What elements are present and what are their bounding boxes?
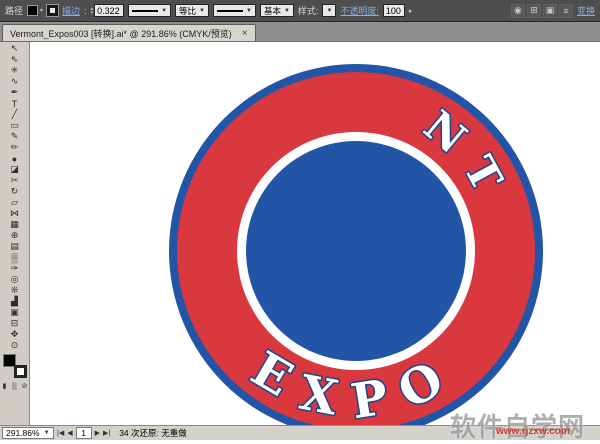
tools-panel: ↖⇖✳∿✒T╱▭✎✏●◪✂↻▱⋈▦⊕▤▒✑◎❊▟▣⊟✥⊙ ▮▒⊘ [0, 42, 30, 425]
zoom-tool[interactable]: ⊙ [2, 340, 28, 351]
illustrator-window: 路径 ▾ 描边 : ▴▾ 0.322 ▼ 等比 ▼ ▼ 基本 ▼ 样式: ▼ 不… [0, 0, 600, 440]
free-transform-tool[interactable]: ▦ [2, 219, 28, 230]
chevron-down-icon: ▼ [246, 8, 252, 14]
fill-stroke-indicator[interactable] [3, 354, 27, 378]
stroke-weight-stepper[interactable]: ▴▾ 0.322 [91, 4, 125, 17]
main-region: ↖⇖✳∿✒T╱▭✎✏●◪✂↻▱⋈▦⊕▤▒✑◎❊▟▣⊟✥⊙ ▮▒⊘ NT [0, 42, 600, 425]
status-bar: 291.86% ▼ |◀ ◀ 1 ▶ ▶| 34 次还原: 无重做 [0, 425, 600, 440]
brush-stroke-dropdown[interactable]: ▼ [213, 4, 256, 17]
eyedropper-tool[interactable]: ✑ [2, 263, 28, 274]
slice-tool[interactable]: ⊟ [2, 318, 28, 329]
stroke-color-swatch[interactable] [47, 5, 58, 16]
column-graph-tool[interactable]: ▟ [2, 296, 28, 307]
selection-type-label: 路径 [5, 4, 23, 17]
pen-tool[interactable]: ✒ [2, 87, 28, 98]
width-tool[interactable]: ⋈ [2, 208, 28, 219]
stepper-arrows-icon[interactable]: ▴▾ [91, 7, 94, 15]
first-artboard-button[interactable]: |◀ [57, 429, 64, 437]
chevron-down-icon: ▼ [44, 430, 50, 436]
align-panel-icon[interactable]: ⊞ [527, 4, 541, 18]
next-artboard-button[interactable]: ▶ [95, 429, 100, 437]
type-tool[interactable]: T [2, 98, 28, 109]
document-tab[interactable]: Vermont_Expos003 [转换].ai* @ 291.86% (CMY… [2, 24, 256, 41]
direct-selection-tool[interactable]: ⇖ [2, 54, 28, 65]
opacity-flyout-icon[interactable]: ▸ [409, 7, 413, 15]
style-label: 样式: [298, 4, 319, 17]
gradient-button[interactable]: ▒ [10, 381, 19, 391]
opacity-value-field[interactable]: 100 [383, 4, 405, 17]
isolate-mode-icon[interactable]: ▣ [543, 4, 557, 18]
line-segment-tool[interactable]: ╱ [2, 109, 28, 120]
chevron-down-icon: ▼ [326, 8, 332, 14]
mesh-tool[interactable]: ▤ [2, 241, 28, 252]
logo-inner-circle[interactable] [246, 141, 466, 361]
artboard-tool[interactable]: ▣ [2, 307, 28, 318]
brush-definition-label: 基本 [264, 5, 281, 17]
recolor-artwork-icon[interactable]: ◉ [511, 4, 525, 18]
opacity-link[interactable]: 不透明度: [340, 4, 379, 17]
prev-artboard-button[interactable]: ◀ [67, 429, 72, 437]
rectangle-tool[interactable]: ▭ [2, 120, 28, 131]
shape-builder-tool[interactable]: ⊕ [2, 230, 28, 241]
stroke-weight-value[interactable]: 0.322 [94, 4, 124, 17]
width-profile-dropdown[interactable]: 等比 ▼ [175, 4, 209, 17]
blob-brush-tool[interactable]: ● [2, 153, 28, 164]
panel-menu-icon[interactable]: ≡ [559, 4, 573, 18]
symbol-sprayer-tool[interactable]: ❊ [2, 285, 28, 296]
magic-wand-tool[interactable]: ✳ [2, 65, 28, 76]
style-dropdown[interactable]: ▼ [322, 4, 336, 17]
blend-tool[interactable]: ◎ [2, 274, 28, 285]
document-tab-bar: Vermont_Expos003 [转换].ai* @ 291.86% (CMY… [0, 22, 600, 42]
fill-color-swatch[interactable] [27, 5, 38, 16]
scale-tool[interactable]: ▱ [2, 197, 28, 208]
color-fill-button[interactable]: ▮ [0, 381, 9, 391]
gradient-tool[interactable]: ▒ [2, 252, 28, 263]
canvas[interactable]: NT EXPO [30, 42, 600, 425]
stroke-panel-link[interactable]: 描边 [62, 4, 80, 17]
chevron-down-icon: ▼ [284, 8, 290, 14]
zoom-level-value: 291.86% [6, 428, 40, 438]
close-icon[interactable]: × [242, 28, 248, 39]
pencil-tool[interactable]: ✏ [2, 142, 28, 153]
scissors-tool[interactable]: ✂ [2, 175, 28, 186]
status-message: 34 次还原: 无重做 [119, 427, 187, 439]
color-mode-buttons: ▮▒⊘ [0, 381, 29, 391]
last-artboard-button[interactable]: ▶| [103, 429, 110, 437]
chevron-down-icon: ▼ [161, 8, 167, 14]
paintbrush-tool[interactable]: ✎ [2, 131, 28, 142]
control-bar: 路径 ▾ 描边 : ▴▾ 0.322 ▼ 等比 ▼ ▼ 基本 ▼ 样式: ▼ 不… [0, 0, 600, 22]
artboard-number-field[interactable]: 1 [76, 427, 92, 439]
document-tab-title: Vermont_Expos003 [转换].ai* @ 291.86% (CMY… [10, 27, 232, 40]
none-button[interactable]: ⊘ [20, 381, 29, 391]
control-bar-icons: ◉⊞▣≡ [509, 4, 573, 18]
selection-tool[interactable]: ↖ [2, 43, 28, 54]
zoom-level-dropdown[interactable]: 291.86% ▼ [2, 427, 54, 439]
lasso-tool[interactable]: ∿ [2, 76, 28, 87]
width-profile-label: 等比 [179, 5, 196, 17]
rotate-tool[interactable]: ↻ [2, 186, 28, 197]
stroke-style-dropdown[interactable]: ▼ [128, 4, 171, 17]
toolbar-stroke-swatch[interactable] [14, 365, 27, 378]
line-preview-icon [217, 10, 243, 12]
tools-column: ↖⇖✳∿✒T╱▭✎✏●◪✂↻▱⋈▦⊕▤▒✑◎❊▟▣⊟✥⊙ [2, 43, 28, 351]
line-preview-icon [132, 10, 158, 12]
stroke-colon: : [84, 6, 87, 16]
eraser-tool[interactable]: ◪ [2, 164, 28, 175]
chevron-down-icon: ▼ [199, 8, 205, 14]
brush-definition-dropdown[interactable]: 基本 ▼ [260, 4, 294, 17]
fill-swatch-caret-icon: ▾ [40, 7, 43, 14]
hand-tool[interactable]: ✥ [2, 329, 28, 340]
expo-logo-artwork[interactable]: NT EXPO [166, 61, 546, 425]
transform-link[interactable]: 变换 [577, 4, 595, 17]
